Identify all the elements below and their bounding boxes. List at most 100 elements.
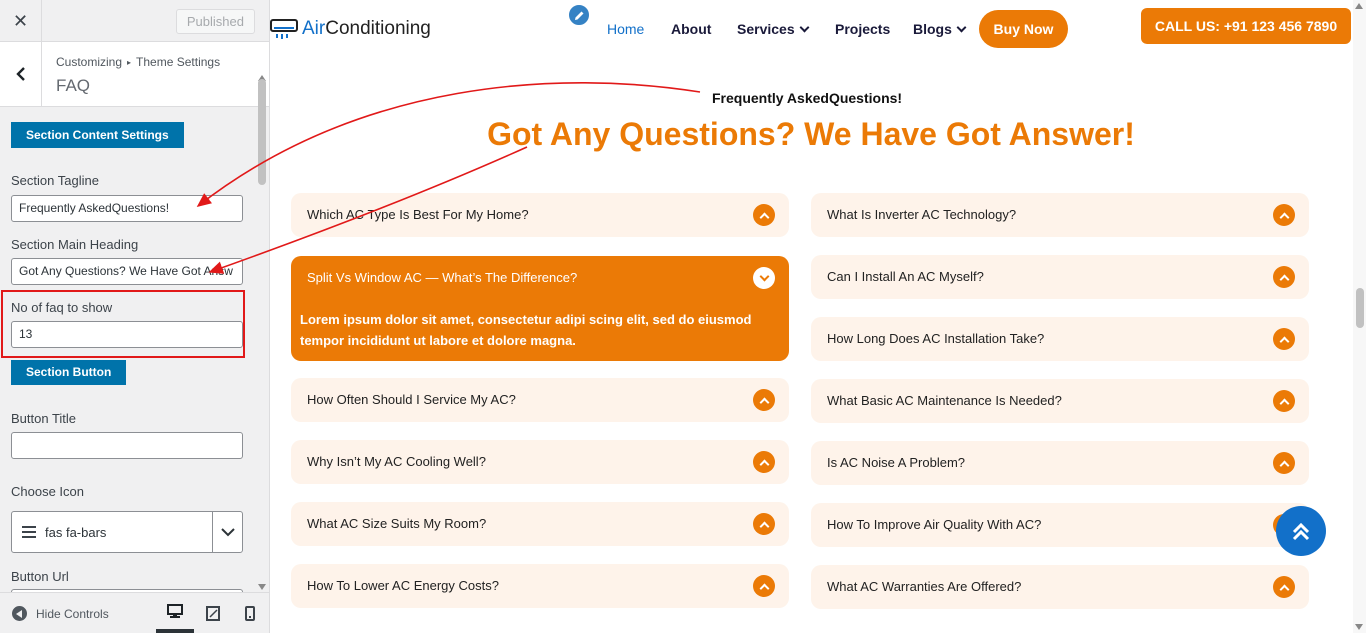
scroll-down-arrow-icon[interactable] <box>258 584 266 590</box>
faq-question: What AC Size Suits My Room? <box>307 516 487 531</box>
section-header: Customizing ▸ Theme Settings FAQ <box>0 42 269 107</box>
chevron-down-icon <box>956 22 967 33</box>
chevron-left-icon <box>15 67 25 81</box>
faq-heading: Got Any Questions? We Have Got Answer! <box>487 116 1135 152</box>
faq-answer: Lorem ipsum dolor sit amet, consectetur … <box>300 312 752 348</box>
chevron-up-icon[interactable] <box>753 389 775 411</box>
chevron-down-icon <box>799 22 810 33</box>
chevron-up-icon[interactable] <box>1273 204 1295 226</box>
site-logo[interactable]: AirConditioning <box>270 18 431 40</box>
faq-question: Can I Install An AC Myself? <box>827 269 984 284</box>
faq-item[interactable]: What AC Size Suits My Room? <box>291 502 789 546</box>
faq-question: Split Vs Window AC — What’s The Differen… <box>307 270 578 285</box>
logo-text-conditioning: Conditioning <box>325 18 431 39</box>
nav-services-label: Services <box>737 21 795 37</box>
tagline-label: Section Tagline <box>11 173 99 188</box>
faq-tagline: Frequently AskedQuestions! <box>712 90 903 106</box>
nav-blogs[interactable]: Blogs <box>913 21 967 37</box>
nav-projects[interactable]: Projects <box>835 21 890 37</box>
nav-home[interactable]: Home <box>607 21 644 37</box>
chevron-up-icon[interactable] <box>753 575 775 597</box>
breadcrumb-separator: ▸ <box>127 58 132 67</box>
section-title: FAQ <box>56 76 91 95</box>
breadcrumb: Customizing ▸ Theme Settings <box>56 55 220 69</box>
back-button[interactable] <box>0 42 42 106</box>
scrollbar-thumb[interactable] <box>1356 288 1364 328</box>
faq-item[interactable]: Why Isn’t My AC Cooling Well? <box>291 440 789 484</box>
nav-services[interactable]: Services <box>737 21 810 37</box>
desktop-icon[interactable] <box>156 593 194 633</box>
faq-question: Which AC Type Is Best For My Home? <box>307 207 529 222</box>
mobile-icon[interactable] <box>231 593 269 633</box>
call-us-button[interactable]: CALL US: +91 123 456 7890 <box>1141 8 1351 44</box>
scrollbar-thumb[interactable] <box>258 79 266 185</box>
faq-question: What Basic AC Maintenance Is Needed? <box>827 393 1062 408</box>
faq-question: How Long Does AC Installation Take? <box>827 331 1045 346</box>
chevron-down-icon[interactable] <box>753 267 775 289</box>
tagline-input[interactable]: Frequently AskedQuestions! <box>11 195 243 222</box>
ac-unit-icon <box>270 18 298 40</box>
pencil-icon[interactable] <box>567 3 591 27</box>
faq-item[interactable]: Is AC Noise A Problem? <box>811 441 1309 485</box>
logo-text-air: Air <box>302 18 326 39</box>
faq-question: How To Improve Air Quality With AC? <box>827 517 1042 532</box>
chevron-up-icon[interactable] <box>753 451 775 473</box>
scroll-up-arrow-icon[interactable] <box>1355 3 1363 9</box>
faq-item[interactable]: What Is Inverter AC Technology? <box>811 193 1309 237</box>
faq-count-input[interactable]: 13 <box>11 321 243 348</box>
hide-controls-label: Hide Controls <box>36 606 109 621</box>
section-button-button[interactable]: Section Button <box>11 360 127 385</box>
button-url-label: Button Url <box>11 569 69 584</box>
faq-question: Why Isn’t My AC Cooling Well? <box>307 454 486 469</box>
faq-item[interactable]: How To Improve Air Quality With AC? <box>811 503 1309 547</box>
faq-question: What Is Inverter AC Technology? <box>827 207 1017 222</box>
site-preview: AirConditioning Home About Services Proj… <box>270 0 1366 633</box>
section-content-settings-button[interactable]: Section Content Settings <box>11 122 184 148</box>
icon-select-value: fas fa-bars <box>45 525 107 540</box>
faq-question: Is AC Noise A Problem? <box>827 455 966 470</box>
nav-blogs-label: Blogs <box>913 21 952 37</box>
faq-item-open[interactable]: Split Vs Window AC — What’s The Differen… <box>291 256 789 361</box>
scroll-down-arrow-icon[interactable] <box>1355 624 1363 630</box>
nav-about[interactable]: About <box>671 21 711 37</box>
faq-question: How Often Should I Service My AC? <box>307 392 516 407</box>
arrow-left-circle-icon <box>12 606 27 621</box>
chevron-up-icon[interactable] <box>1273 452 1295 474</box>
faq-question: How To Lower AC Energy Costs? <box>307 578 499 593</box>
faq-item[interactable]: How To Lower AC Energy Costs? <box>291 564 789 608</box>
double-chevron-up-icon <box>1292 522 1310 541</box>
chevron-up-icon[interactable] <box>1273 266 1295 288</box>
faq-question: What AC Warranties Are Offered? <box>827 579 1022 594</box>
main-heading-input[interactable]: Got Any Questions? We Have Got Answ <box>11 258 243 285</box>
chevron-down-icon[interactable] <box>212 512 242 552</box>
published-button[interactable]: Published <box>175 9 255 34</box>
tablet-icon[interactable] <box>194 593 232 633</box>
customizer-header: ✕ Published <box>0 0 269 42</box>
close-icon[interactable]: ✕ <box>0 0 42 42</box>
bars-icon <box>22 526 36 541</box>
hide-controls-button[interactable]: Hide Controls <box>12 606 109 621</box>
chevron-up-icon[interactable] <box>753 204 775 226</box>
chevron-up-icon[interactable] <box>1273 576 1295 598</box>
breadcrumb-theme-settings: Theme Settings <box>136 55 221 69</box>
buy-now-button[interactable]: Buy Now <box>979 10 1068 48</box>
faq-item[interactable]: Which AC Type Is Best For My Home? <box>291 193 789 237</box>
scroll-to-top-button[interactable] <box>1276 506 1326 556</box>
faq-item[interactable]: How Long Does AC Installation Take? <box>811 317 1309 361</box>
chevron-up-icon[interactable] <box>753 513 775 535</box>
preview-scrollbar[interactable] <box>1353 0 1366 633</box>
icon-select[interactable]: fas fa-bars <box>11 511 243 553</box>
button-title-label: Button Title <box>11 411 77 426</box>
customizer-footer: Hide Controls <box>0 592 269 633</box>
faq-item[interactable]: What AC Warranties Are Offered? <box>811 565 1309 609</box>
sidebar-scrollbar[interactable] <box>256 75 269 592</box>
faq-item[interactable]: How Often Should I Service My AC? <box>291 378 789 422</box>
faq-count-label: No of faq to show <box>11 300 113 315</box>
choose-icon-label: Choose Icon <box>11 484 84 499</box>
chevron-up-icon[interactable] <box>1273 390 1295 412</box>
faq-item[interactable]: What Basic AC Maintenance Is Needed? <box>811 379 1309 423</box>
main-heading-label: Section Main Heading <box>11 237 139 252</box>
button-title-input[interactable] <box>11 432 243 459</box>
faq-item[interactable]: Can I Install An AC Myself? <box>811 255 1309 299</box>
chevron-up-icon[interactable] <box>1273 328 1295 350</box>
